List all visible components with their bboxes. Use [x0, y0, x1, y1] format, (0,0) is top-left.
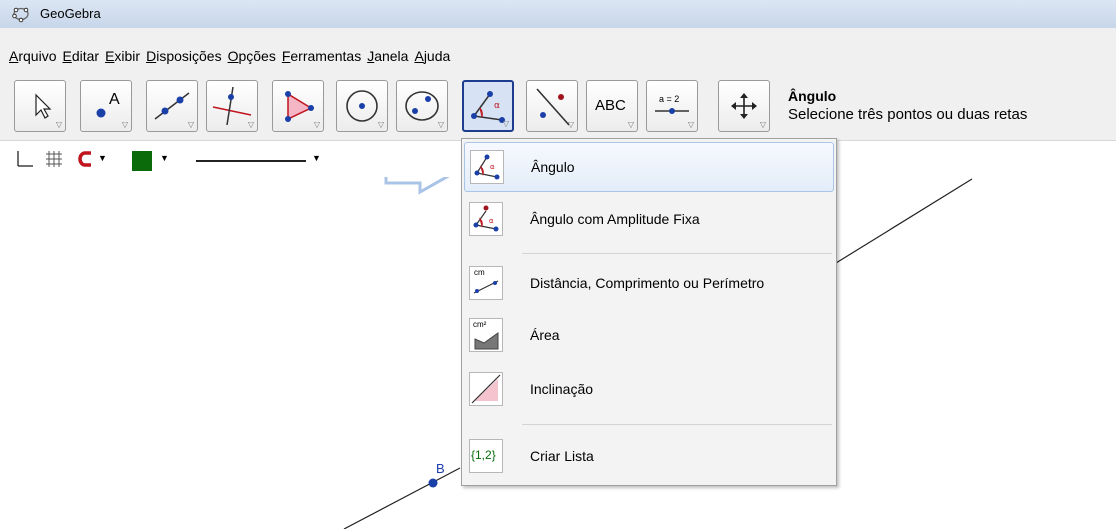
- angle-tools-dropdown: α Ângulo α Ângulo com Amplitude Fixa cm …: [461, 138, 837, 486]
- perpendicular-tool-button[interactable]: ▽: [206, 80, 258, 132]
- menu-item-label: Ângulo: [531, 159, 575, 175]
- submenu-triangle-icon: ▽: [502, 119, 509, 128]
- menu-item-inclinacao[interactable]: Inclinação: [464, 365, 834, 415]
- menu-item-criar-lista[interactable]: {1,2} Criar Lista: [464, 432, 834, 482]
- menu-ajuda[interactable]: Ajuda: [411, 48, 453, 64]
- menu-disposicoes[interactable]: Disposições: [143, 48, 225, 64]
- color-swatch[interactable]: [132, 151, 152, 171]
- chevron-down-icon[interactable]: ▼: [160, 153, 169, 163]
- fixed-angle-icon: α: [469, 202, 503, 236]
- menu-item-label: Distância, Comprimento ou Perímetro: [530, 275, 765, 291]
- grid-icon[interactable]: [44, 149, 64, 169]
- menu-ferramentas[interactable]: Ferramentas: [279, 48, 364, 64]
- svg-text:α: α: [490, 163, 495, 171]
- distance-icon-text: cm: [474, 268, 485, 277]
- slider-tool-button[interactable]: a = 2 ▽: [646, 80, 698, 132]
- menu-item-angulo[interactable]: α Ângulo: [464, 142, 834, 192]
- menu-janela[interactable]: Janela: [364, 48, 411, 64]
- submenu-triangle-icon: ▽: [313, 120, 320, 129]
- submenu-triangle-icon: ▽: [437, 120, 444, 129]
- menu-item-angulo-amplitude-fixa[interactable]: α Ângulo com Amplitude Fixa: [464, 195, 834, 245]
- menu-exibir[interactable]: Exibir: [102, 48, 143, 64]
- move-view-tool-button[interactable]: ▽: [718, 80, 770, 132]
- line-tool-button[interactable]: ▽: [146, 80, 198, 132]
- menu-separator: [522, 253, 832, 254]
- menu-item-area[interactable]: cm² Área: [464, 311, 834, 361]
- point-tool-label: A: [109, 91, 120, 108]
- submenu-triangle-icon: ▽: [567, 120, 574, 129]
- move-tool-button[interactable]: ▽: [14, 80, 66, 132]
- menu-bar: Arquivo Editar Exibir Disposições Opções…: [0, 44, 1116, 68]
- angle-tool-button[interactable]: α ▽: [462, 80, 514, 132]
- submenu-triangle-icon: ▽: [377, 120, 384, 129]
- tool-description: Ângulo Selecione três pontos ou duas ret…: [788, 88, 1027, 123]
- distance-icon: cm: [469, 266, 503, 300]
- polygon-tool-button[interactable]: ▽: [272, 80, 324, 132]
- list-icon-text: {1,2}: [471, 448, 496, 462]
- slope-icon: [469, 372, 503, 406]
- hint-arrow-icon: [384, 177, 450, 195]
- window-frame: [0, 28, 1116, 44]
- point-tool-button[interactable]: A ▽: [80, 80, 132, 132]
- submenu-triangle-icon: ▽: [55, 120, 62, 129]
- menu-separator: [522, 424, 832, 425]
- submenu-triangle-icon: ▽: [187, 120, 194, 129]
- circle-tool-button[interactable]: ▽: [336, 80, 388, 132]
- svg-text:α: α: [494, 101, 500, 111]
- magnet-icon[interactable]: [78, 150, 94, 168]
- reflect-tool-button[interactable]: ▽: [526, 80, 578, 132]
- angle-icon: α: [470, 150, 504, 184]
- line-style-preview[interactable]: [196, 160, 306, 162]
- area-icon-text: cm²: [473, 320, 487, 329]
- conic-tool-button[interactable]: ▽: [396, 80, 448, 132]
- submenu-triangle-icon: ▽: [759, 120, 766, 129]
- menu-item-label: Ângulo com Amplitude Fixa: [530, 211, 700, 227]
- selected-tool-hint: Selecione três pontos ou duas retas: [788, 106, 1028, 123]
- submenu-triangle-icon: ▽: [121, 120, 128, 129]
- svg-text:α: α: [489, 217, 494, 225]
- submenu-triangle-icon: ▽: [687, 120, 694, 129]
- point-b[interactable]: [428, 478, 438, 488]
- selected-tool-name: Ângulo: [788, 88, 837, 104]
- text-tool-label: ABC: [595, 97, 626, 114]
- menu-item-label: Área: [530, 327, 560, 343]
- menu-opcoes[interactable]: Opções: [225, 48, 279, 64]
- line-segment[interactable]: [835, 178, 973, 264]
- point-label: B: [436, 461, 445, 476]
- window-title: GeoGebra: [40, 6, 101, 21]
- geogebra-logo-icon: [12, 7, 29, 23]
- list-icon: {1,2}: [469, 439, 503, 473]
- title-bar: GeoGebra: [0, 0, 1116, 29]
- menu-item-label: Criar Lista: [530, 448, 594, 464]
- menu-editar[interactable]: Editar: [59, 48, 102, 64]
- menu-arquivo[interactable]: Arquivo: [6, 48, 59, 64]
- submenu-triangle-icon: ▽: [627, 120, 634, 129]
- area-icon: cm²: [469, 318, 503, 352]
- submenu-triangle-icon: ▽: [247, 120, 254, 129]
- menu-item-label: Inclinação: [530, 381, 594, 397]
- menu-item-distancia[interactable]: cm Distância, Comprimento ou Perímetro: [464, 259, 834, 309]
- chevron-down-icon[interactable]: ▼: [312, 153, 321, 163]
- line-segment[interactable]: [343, 467, 461, 529]
- text-tool-button[interactable]: ABC ▽: [586, 80, 638, 132]
- chevron-down-icon[interactable]: ▼: [98, 153, 107, 163]
- axes-icon[interactable]: [14, 149, 34, 169]
